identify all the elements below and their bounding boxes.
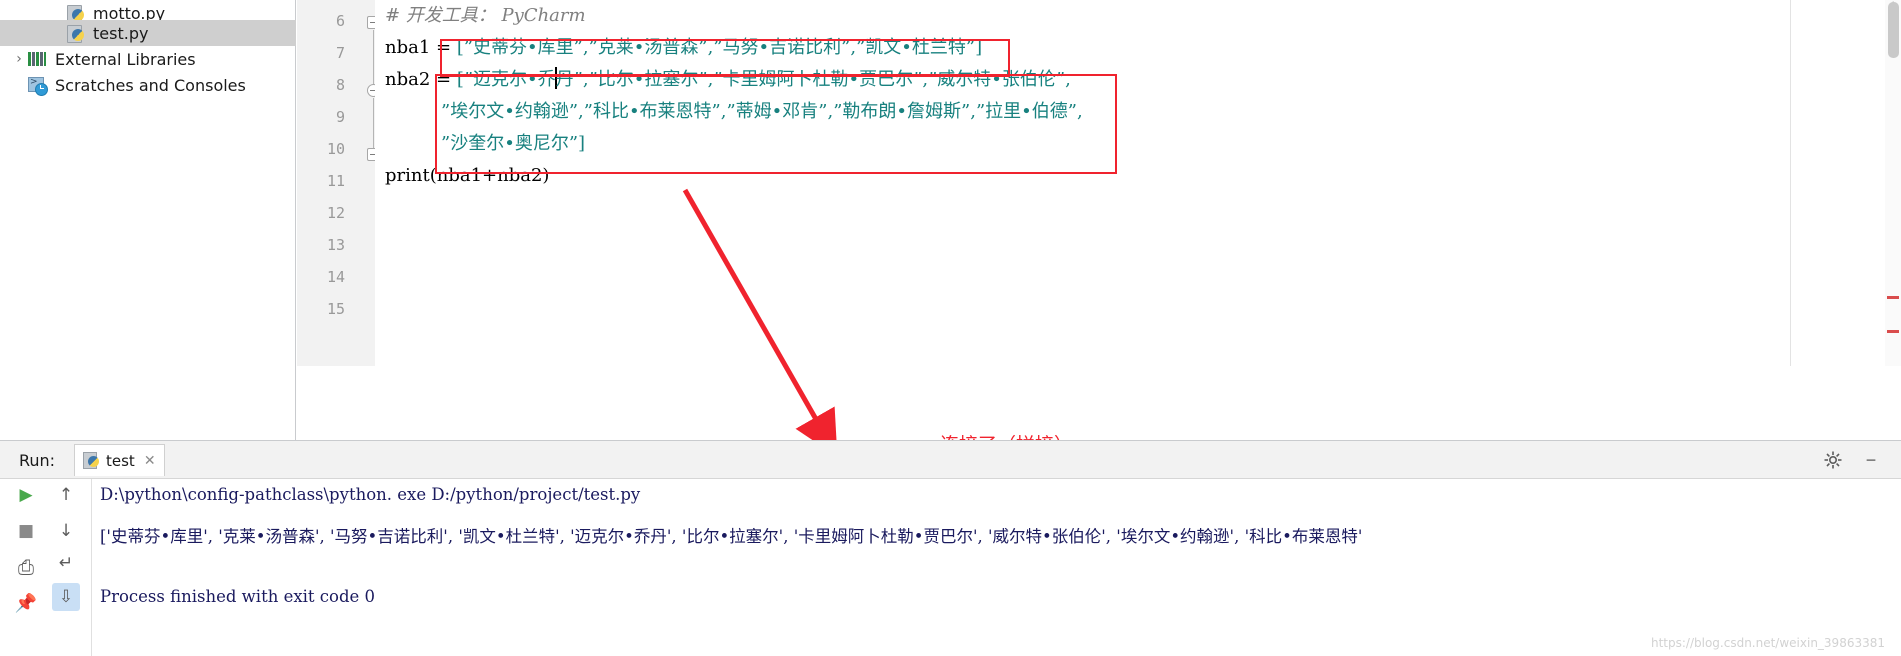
- code-print-call: print(nba1+nba2): [385, 165, 550, 186]
- editor-vertical-scrollbar[interactable]: ▲: [1885, 0, 1901, 366]
- code-string-list-part1: [”迈克尔•乔: [456, 69, 556, 90]
- code-comment: # 开发工具： PyCharm: [385, 5, 586, 26]
- line-number: 10: [326, 140, 345, 158]
- code-fold-line: [373, 30, 374, 86]
- run-config-tab-test[interactable]: test ✕: [74, 444, 165, 476]
- tree-item-label: External Libraries: [55, 49, 196, 69]
- line-number: 15: [326, 300, 345, 318]
- scroll-to-end-button[interactable]: ⇩: [52, 583, 80, 611]
- console-output[interactable]: D:\python\config-pathclass\python. exe D…: [92, 479, 1901, 656]
- error-stripe-marker[interactable]: [1887, 296, 1899, 299]
- code-string-list-part2: 丹”,”比尔•拉塞尔”,”卡里姆阿卜杜勒•贾巴尔”,”威尔特•张伯伦”,: [555, 69, 1071, 90]
- run-window-header: Run: test ✕ −: [0, 441, 1901, 479]
- python-file-icon: [83, 452, 100, 469]
- code-line-7[interactable]: nba1 = [”史蒂芬•库里”,”克莱•汤普森”,”马努•吉诺比利”,”凯文•…: [385, 32, 982, 64]
- code-assign-prefix: nba1 =: [385, 37, 457, 58]
- scratches-icon: >_: [28, 76, 48, 96]
- editor-right-margin-line: [1790, 0, 1791, 366]
- gear-icon[interactable]: [1823, 450, 1843, 470]
- run-tab-label: test: [106, 451, 135, 470]
- code-string-list: [”史蒂芬•库里”,”克莱•汤普森”,”马努•吉诺比利”,”凯文•杜兰特”]: [456, 37, 983, 58]
- tree-arrow: ›: [48, 5, 66, 21]
- code-editor[interactable]: 6 7 8 9 10 11 12 13 14 15 − − − # 开发工具： …: [297, 0, 1901, 366]
- tree-item-test-py[interactable]: › test.py: [0, 20, 296, 46]
- code-line-8[interactable]: nba2 = [”迈克尔•乔丹”,”比尔•拉塞尔”,”卡里姆阿卜杜勒•贾巴尔”,…: [385, 64, 1071, 96]
- clock-hand-minute: [40, 88, 44, 89]
- line-number: 9: [335, 108, 345, 126]
- chevron-right-icon[interactable]: ›: [10, 51, 28, 67]
- error-stripe-marker[interactable]: [1887, 330, 1899, 333]
- scrollbar-thumb[interactable]: [1888, 2, 1899, 58]
- tree-item-scratches-and-consoles[interactable]: >_ Scratches and Consoles: [0, 72, 296, 98]
- line-number: 12: [326, 204, 345, 222]
- console-result-line: ['史蒂芬•库里', '克莱•汤普森', '马努•吉诺比利', '凯文•杜兰特'…: [100, 527, 1363, 546]
- console-command-line: D:\python\config-pathclass\python. exe D…: [100, 485, 641, 504]
- tree-item-label: Scratches and Consoles: [55, 75, 246, 95]
- python-file-icon: [66, 24, 86, 43]
- code-assign-prefix: nba2 =: [385, 69, 457, 90]
- print-button[interactable]: ⎙: [12, 553, 40, 581]
- code-string-list: ”埃尔文•约翰逊”,”科比•布莱恩特”,”蒂姆•邓肯”,”勒布朗•詹姆斯”,”拉…: [441, 101, 1083, 122]
- editor-gutter[interactable]: 6 7 8 9 10 11 12 13 14 15 − − −: [297, 0, 380, 366]
- code-line-11[interactable]: print(nba1+nba2): [385, 160, 549, 192]
- tree-arrow: ›: [48, 25, 66, 41]
- pycharm-window: › motto.py › test.py › External Librarie…: [0, 0, 1901, 656]
- scroll-down-button[interactable]: ↓: [52, 517, 80, 545]
- libraries-icon: [28, 50, 48, 68]
- line-number: 7: [335, 44, 345, 62]
- minimize-icon[interactable]: −: [1861, 450, 1881, 470]
- run-toolbar[interactable]: ▶ ↑ ■ ↓ ↵ ⎙ ⇩ 📌: [0, 479, 92, 656]
- run-tool-window[interactable]: Run: test ✕ − ▶ ↑ ■ ↓ ↵ ⎙ ⇩ 📌 D:\python\…: [0, 440, 1901, 656]
- watermark-text: https://blog.csdn.net/weixin_39863381: [1650, 636, 1885, 650]
- line-number: 6: [335, 12, 345, 30]
- line-number: 13: [326, 236, 345, 254]
- stop-button[interactable]: ■: [12, 517, 40, 545]
- run-title: Run:: [19, 451, 56, 470]
- tree-item-label: test.py: [93, 23, 149, 43]
- code-line-9[interactable]: ”埃尔文•约翰逊”,”科比•布莱恩特”,”蒂姆•邓肯”,”勒布朗•詹姆斯”,”拉…: [385, 96, 1083, 128]
- close-icon[interactable]: ✕: [144, 453, 156, 469]
- project-tree-panel[interactable]: › motto.py › test.py › External Librarie…: [0, 0, 296, 440]
- line-number: 8: [335, 76, 345, 94]
- code-string-list: ”沙奎尔•奥尼尔”]: [441, 133, 586, 154]
- code-line-10[interactable]: ”沙奎尔•奥尼尔”]: [385, 128, 585, 160]
- line-number: 11: [326, 172, 345, 190]
- console-finished-line: Process finished with exit code 0: [100, 587, 376, 606]
- line-number: 14: [326, 268, 345, 286]
- rerun-button[interactable]: ▶: [12, 481, 40, 509]
- code-text-area[interactable]: # 开发工具： PyCharm nba1 = [”史蒂芬•库里”,”克莱•汤普森…: [375, 0, 1901, 366]
- code-line-6[interactable]: # 开发工具： PyCharm: [385, 0, 586, 32]
- soft-wrap-button[interactable]: ↵: [52, 549, 80, 577]
- scroll-up-button[interactable]: ↑: [52, 481, 80, 509]
- tree-item-external-libraries[interactable]: › External Libraries: [0, 46, 296, 72]
- pin-button[interactable]: 📌: [12, 589, 40, 617]
